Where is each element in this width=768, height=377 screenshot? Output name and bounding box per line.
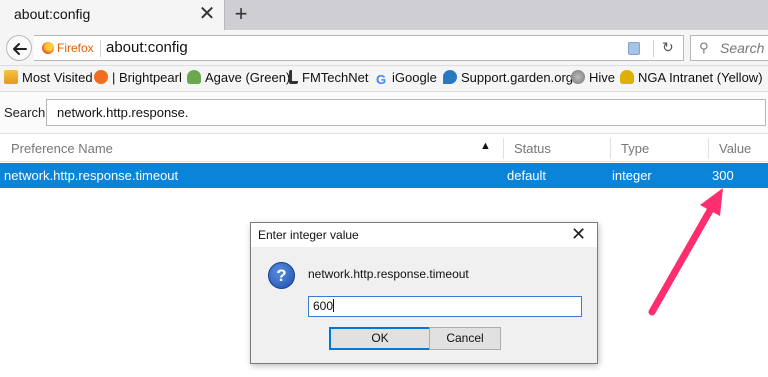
bookmark-label: Agave (Green)	[205, 70, 291, 85]
bookmark-most-visited[interactable]: Most Visited	[4, 70, 93, 88]
identity-label: Firefox	[57, 41, 94, 55]
column-header-type[interactable]: Type	[621, 141, 649, 156]
cell-preference-name: network.http.response.timeout	[4, 168, 179, 183]
cell-status: default	[507, 168, 547, 183]
firefox-logo-icon	[42, 42, 54, 54]
config-search-input[interactable]: network.http.response.	[46, 99, 766, 126]
bookmark-label: Support.garden.org	[461, 70, 574, 85]
bookmark-label: | Brightpearl	[112, 70, 182, 85]
column-header-value[interactable]: Value	[719, 141, 751, 156]
column-divider[interactable]	[610, 138, 611, 159]
question-icon: ?	[268, 262, 295, 289]
cell-value: 300	[712, 168, 734, 183]
bookmark-label: Most Visited	[22, 70, 93, 85]
url-bar[interactable]: Firefox about:config ↻	[34, 35, 684, 61]
search-bar[interactable]: ⚲ Search	[690, 35, 768, 61]
cell-type: integer	[612, 168, 652, 183]
bookmark-agave[interactable]: Agave (Green)	[187, 70, 290, 88]
column-header-preference-name[interactable]: Preference Name	[11, 141, 113, 156]
config-search-label: Search:	[4, 105, 49, 120]
reload-icon[interactable]: ↻	[662, 39, 674, 56]
url-text[interactable]: about:config	[106, 39, 188, 56]
bookmark-igoogle[interactable]: GiGoogle	[376, 70, 437, 88]
bookmark-support-garden[interactable]: Support.garden.org	[443, 70, 573, 88]
search-icon: ⚲	[699, 40, 709, 55]
dialog-titlebar[interactable]: Enter integer value ✕	[251, 223, 597, 247]
bookmark-label: Hive	[589, 70, 616, 85]
close-tab-icon[interactable]: ✕	[197, 3, 217, 25]
drop-icon	[443, 70, 457, 84]
dialog-message: network.http.response.timeout	[308, 267, 469, 281]
pocket-icon[interactable]	[628, 42, 640, 55]
bookmark-label: iGoogle	[392, 70, 437, 85]
bookmarks-toolbar: Most Visited | Brightpearl Agave (Green)…	[0, 66, 768, 92]
text-caret	[333, 299, 335, 312]
integer-value-dialog: Enter integer value ✕ ? network.http.res…	[250, 222, 598, 364]
bookmark-nga-intranet[interactable]: NGA Intranet (Yellow)	[620, 70, 763, 88]
column-header-status[interactable]: Status	[514, 141, 551, 156]
globe-icon	[571, 70, 585, 84]
divider	[100, 40, 101, 57]
column-divider[interactable]	[503, 138, 504, 159]
table-header: Preference Name ▲ Status Type Value	[0, 135, 768, 162]
back-arrow-icon	[13, 43, 27, 55]
config-search-row: Search: network.http.response.	[0, 92, 768, 134]
tab-strip: about:config ✕ +	[0, 0, 768, 30]
divider	[653, 40, 654, 57]
search-placeholder: Search	[720, 40, 765, 56]
bookmark-label: FMTechNet	[302, 70, 369, 85]
integer-value-text: 600	[313, 299, 334, 313]
hook-icon	[289, 70, 298, 84]
plant-icon	[187, 70, 201, 84]
column-divider[interactable]	[708, 138, 709, 159]
bookmark-brightpearl[interactable]: | Brightpearl	[94, 70, 182, 88]
bookmark-label: NGA Intranet (Yellow)	[638, 70, 763, 85]
ok-button[interactable]: OK	[329, 327, 431, 350]
orange-circle-icon	[94, 70, 108, 84]
cancel-button[interactable]: Cancel	[429, 327, 501, 350]
dialog-title: Enter integer value	[258, 228, 359, 242]
navigation-bar: Firefox about:config ↻ ⚲ Search	[0, 30, 768, 66]
new-tab-icon[interactable]: +	[229, 2, 253, 26]
bookmark-fmtechnet[interactable]: FMTechNet	[289, 70, 368, 88]
tab-title: about:config	[14, 6, 91, 22]
close-icon[interactable]: ✕	[571, 224, 586, 245]
back-button[interactable]	[6, 35, 32, 61]
bookmark-hive[interactable]: Hive	[571, 70, 615, 88]
table-row[interactable]: network.http.response.timeout default in…	[0, 163, 768, 188]
integer-value-input[interactable]: 600	[308, 296, 582, 317]
tab-about-config[interactable]: about:config ✕	[0, 0, 225, 30]
star-icon	[4, 70, 18, 84]
sort-ascending-icon[interactable]: ▲	[480, 140, 491, 152]
config-search-value: network.http.response.	[57, 105, 189, 120]
google-g-icon: G	[376, 72, 387, 87]
plant-icon	[620, 70, 634, 84]
